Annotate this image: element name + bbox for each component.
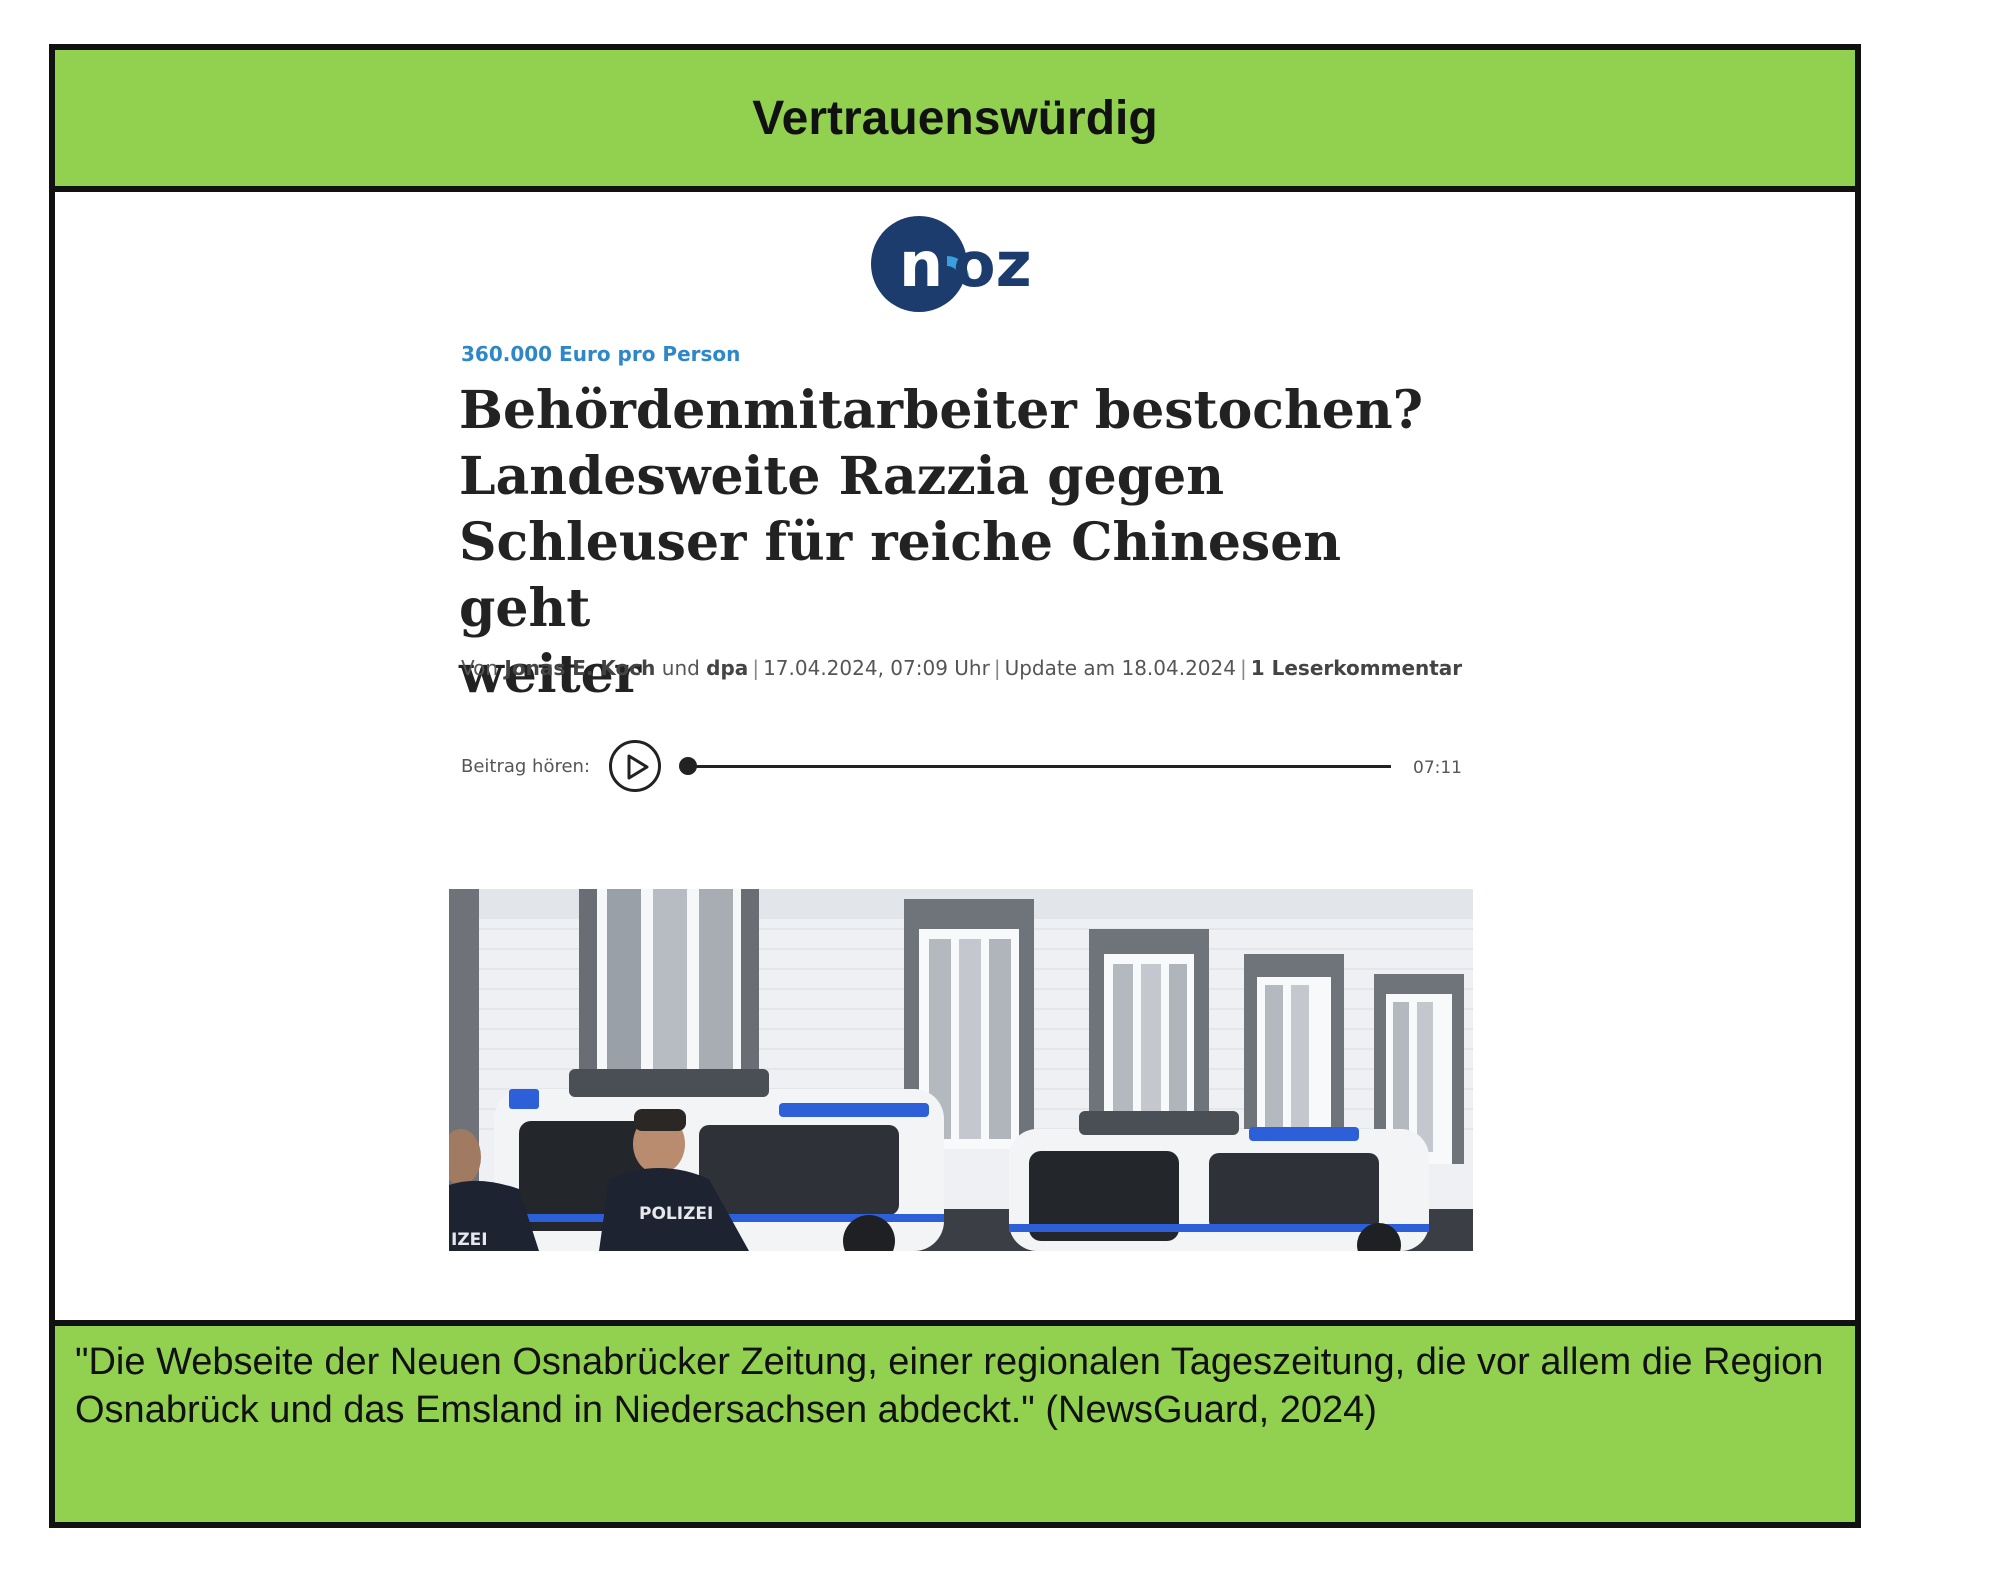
audio-progress-track[interactable] bbox=[687, 765, 1391, 768]
audio-duration: 07:11 bbox=[1413, 758, 1462, 778]
noz-logo[interactable]: n oz bbox=[869, 214, 1051, 314]
jacket-text: POLIZEI bbox=[639, 1204, 713, 1224]
source-description-text: "Die Webseite der Neuen Osnabrücker Zeit… bbox=[75, 1341, 1824, 1431]
logo-letters-oz: oz bbox=[953, 228, 1032, 301]
byline-and: und bbox=[661, 656, 700, 680]
rating-label: Vertrauenswürdig bbox=[752, 91, 1158, 145]
headline-line: Landesweite Razzia gegen bbox=[459, 446, 1224, 507]
headline-line: Schleuser für reiche Chinesen geht bbox=[459, 512, 1342, 639]
byline-agency: dpa bbox=[706, 656, 749, 680]
rating-card: Vertrauenswürdig n oz 360.000 Euro pro P… bbox=[49, 44, 1861, 1528]
byline-update: Update am 18.04.2024 bbox=[1004, 656, 1236, 680]
article-screenshot: n oz 360.000 Euro pro Person Behördenmit… bbox=[55, 192, 1855, 1320]
rating-banner: Vertrauenswürdig bbox=[55, 50, 1855, 192]
audio-label: Beitrag hören: bbox=[461, 756, 591, 777]
source-description: "Die Webseite der Neuen Osnabrücker Zeit… bbox=[55, 1320, 1855, 1522]
logo-letter-n: n bbox=[899, 228, 943, 301]
article-photo: POLIZEI IZEI bbox=[449, 889, 1473, 1251]
headline-line: Behördenmitarbeiter bestochen? bbox=[459, 380, 1424, 441]
audio-player: Beitrag hören: 07:11 bbox=[461, 738, 1462, 798]
article-kicker: 360.000 Euro pro Person bbox=[461, 342, 741, 366]
byline-prefix: Von bbox=[461, 656, 499, 680]
byline-date: 17.04.2024, 07:09 Uhr bbox=[763, 656, 990, 680]
comments-link[interactable]: 1 Leserkommentar bbox=[1251, 656, 1462, 680]
jacket-text-partial: IZEI bbox=[451, 1230, 488, 1250]
play-button[interactable] bbox=[609, 740, 661, 792]
audio-progress-handle[interactable] bbox=[679, 757, 697, 775]
play-icon bbox=[627, 754, 649, 780]
byline-author-link[interactable]: Jonas E. Koch bbox=[504, 656, 655, 680]
article-byline: Von Jonas E. Koch und dpa | 17.04.2024, 07… bbox=[461, 656, 1463, 680]
